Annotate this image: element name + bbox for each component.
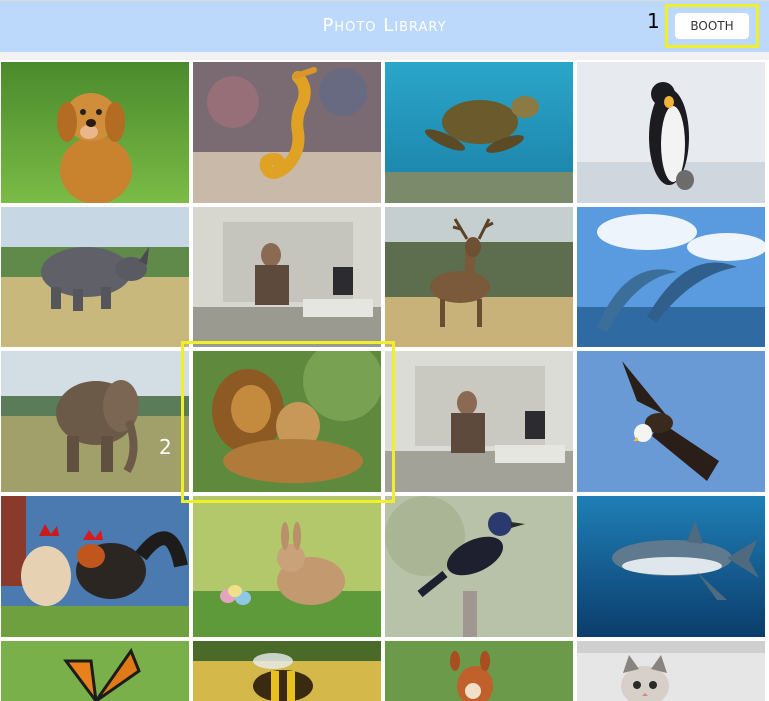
header-divider	[0, 52, 769, 60]
rooster-icon	[1, 496, 189, 637]
annotation-marker-2: 2	[159, 435, 172, 459]
photo-tile-lion[interactable]	[193, 351, 381, 492]
rhino-icon	[1, 207, 189, 347]
annotation-marker-1: 1	[647, 9, 660, 33]
eagle-icon	[577, 351, 765, 492]
photo-tile-eagle[interactable]	[577, 351, 765, 492]
photo-tile-rabbit[interactable]	[193, 496, 381, 637]
photo-tile-elephant[interactable]: 2	[1, 351, 189, 492]
squirrel-icon	[385, 641, 573, 701]
photo-tile-shark[interactable]	[577, 496, 765, 637]
booth-button[interactable]: BOOTH	[675, 13, 749, 39]
photo-tile-rooster[interactable]	[1, 496, 189, 637]
photo-tile-bee[interactable]	[193, 641, 381, 701]
seahorse-icon	[193, 62, 381, 203]
photo-tile-dog[interactable]	[1, 62, 189, 203]
photo-tile-blackbird[interactable]	[385, 496, 573, 637]
deer-icon	[385, 207, 573, 347]
butterfly-icon	[1, 641, 189, 701]
office-icon	[193, 207, 381, 347]
lion-icon	[193, 351, 381, 492]
photo-tile-rhino[interactable]	[1, 207, 189, 347]
photo-tile-deer[interactable]	[385, 207, 573, 347]
photo-grid: 2	[0, 61, 769, 701]
rabbit-icon	[193, 496, 381, 637]
photo-tile-turtle[interactable]	[385, 62, 573, 203]
kitten-icon	[577, 641, 765, 701]
dolphin-icon	[577, 207, 765, 347]
photo-tile-butterfly[interactable]	[1, 641, 189, 701]
penguin-icon	[577, 62, 765, 203]
photo-tile-dolphin[interactable]	[577, 207, 765, 347]
elephant-icon	[1, 351, 189, 492]
turtle-icon	[385, 62, 573, 203]
shark-icon	[577, 496, 765, 637]
office-icon	[385, 351, 573, 492]
photo-tile-kitten[interactable]	[577, 641, 765, 701]
bee-icon	[193, 641, 381, 701]
bird-icon	[385, 496, 573, 637]
photo-tile-squirrel[interactable]	[385, 641, 573, 701]
dog-icon	[1, 62, 189, 203]
photo-tile-seahorse[interactable]	[193, 62, 381, 203]
photo-tile-office-1[interactable]	[193, 207, 381, 347]
photo-tile-penguin[interactable]	[577, 62, 765, 203]
app-header: Photo Library 1 BOOTH	[0, 0, 769, 52]
photo-tile-office-2[interactable]	[385, 351, 573, 492]
